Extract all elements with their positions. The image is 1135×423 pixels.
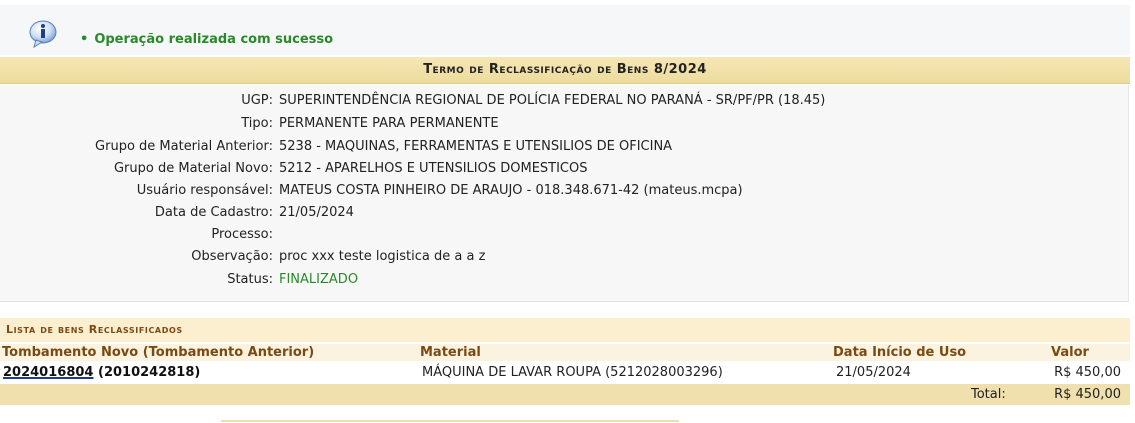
total-row: Total: R$ 450,00 <box>0 384 1130 405</box>
tombamento-novo-link[interactable]: 2024016804 <box>3 365 93 380</box>
detail-row-data-cadastro: Data de Cadastro: 21/05/2024 <box>0 202 1128 223</box>
success-message-text: Operação realizada com sucesso <box>94 32 334 47</box>
detail-label: Processo: <box>211 227 273 242</box>
detail-value: MATEUS COSTA PINHEIRO DE ARAUJO - 018.34… <box>279 183 743 198</box>
tombamento-cell: 2024016804 (2010242818) <box>3 362 200 383</box>
data-inicio-cell: 21/05/2024 <box>836 365 911 380</box>
detail-row-grupo-anterior: Grupo de Material Anterior: 5238 - MAQUI… <box>0 136 1128 157</box>
table-row: 2024016804 (2010242818) MÁQUINA DE LAVAR… <box>0 362 1130 383</box>
detail-row-processo: Processo: <box>0 224 1128 245</box>
detail-label: Tipo: <box>241 116 273 131</box>
detail-value: proc xxx teste logistica de a a z <box>279 249 486 264</box>
column-header-valor: Valor <box>1051 345 1089 360</box>
detail-value: 5212 - APARELHOS E UTENSILIOS DOMESTICOS <box>279 161 588 176</box>
detail-value: SUPERINTENDÊNCIA REGIONAL DE POLÍCIA FED… <box>279 93 826 108</box>
detail-row-observacao: Observação: proc xxx teste logistica de … <box>0 246 1128 267</box>
detail-label: Grupo de Material Anterior: <box>95 139 273 154</box>
success-message-bar: • Operação realizada com sucesso <box>0 5 1130 55</box>
detail-row-status: Status: FINALIZADO <box>0 269 1128 290</box>
detail-label: Usuário responsável: <box>136 183 273 198</box>
divider <box>221 420 679 422</box>
total-value: R$ 450,00 <box>1054 387 1121 402</box>
detail-value: 21/05/2024 <box>279 205 354 220</box>
column-header-data-inicio: Data Início de Uso <box>833 345 967 360</box>
detail-row-ugp: UGP: SUPERINTENDÊNCIA REGIONAL DE POLÍCI… <box>0 90 1128 111</box>
info-icon <box>29 20 57 49</box>
detail-value: PERMANENTE PARA PERMANENTE <box>279 116 499 131</box>
tombamento-anterior: (2010242818) <box>98 365 201 380</box>
column-header-tombamento: Tombamento Novo (Tombamento Anterior) <box>2 345 315 360</box>
column-header-material: Material <box>420 345 481 360</box>
detail-row-usuario: Usuário responsável: MATEUS COSTA PINHEI… <box>0 180 1128 201</box>
detail-label: Observação: <box>191 249 273 264</box>
list-caption: Lista de bens Reclassificados <box>6 323 183 336</box>
valor-cell: R$ 450,00 <box>1054 365 1121 380</box>
page-title: Termo de Reclassificação de Bens 8/2024 <box>0 57 1130 84</box>
detail-value: 5238 - MAQUINAS, FERRAMENTAS E UTENSILIO… <box>279 139 673 154</box>
total-label: Total: <box>971 387 1006 402</box>
detail-label: Status: <box>227 272 273 287</box>
list-caption-bar: Lista de bens Reclassificados <box>0 318 1130 342</box>
detail-label: UGP: <box>241 93 273 108</box>
bullet-icon: • <box>80 32 89 47</box>
status-value: FINALIZADO <box>279 272 359 287</box>
success-message: • Operação realizada com sucesso <box>80 32 333 47</box>
detail-row-tipo: Tipo: PERMANENTE PARA PERMANENTE <box>0 113 1128 134</box>
detail-label: Data de Cadastro: <box>154 205 273 220</box>
details-panel: UGP: SUPERINTENDÊNCIA REGIONAL DE POLÍCI… <box>0 85 1129 302</box>
detail-row-grupo-novo: Grupo de Material Novo: 5212 - APARELHOS… <box>0 158 1128 179</box>
material-cell: MÁQUINA DE LAVAR ROUPA (5212028003296) <box>422 365 723 380</box>
detail-label: Grupo de Material Novo: <box>113 161 273 176</box>
